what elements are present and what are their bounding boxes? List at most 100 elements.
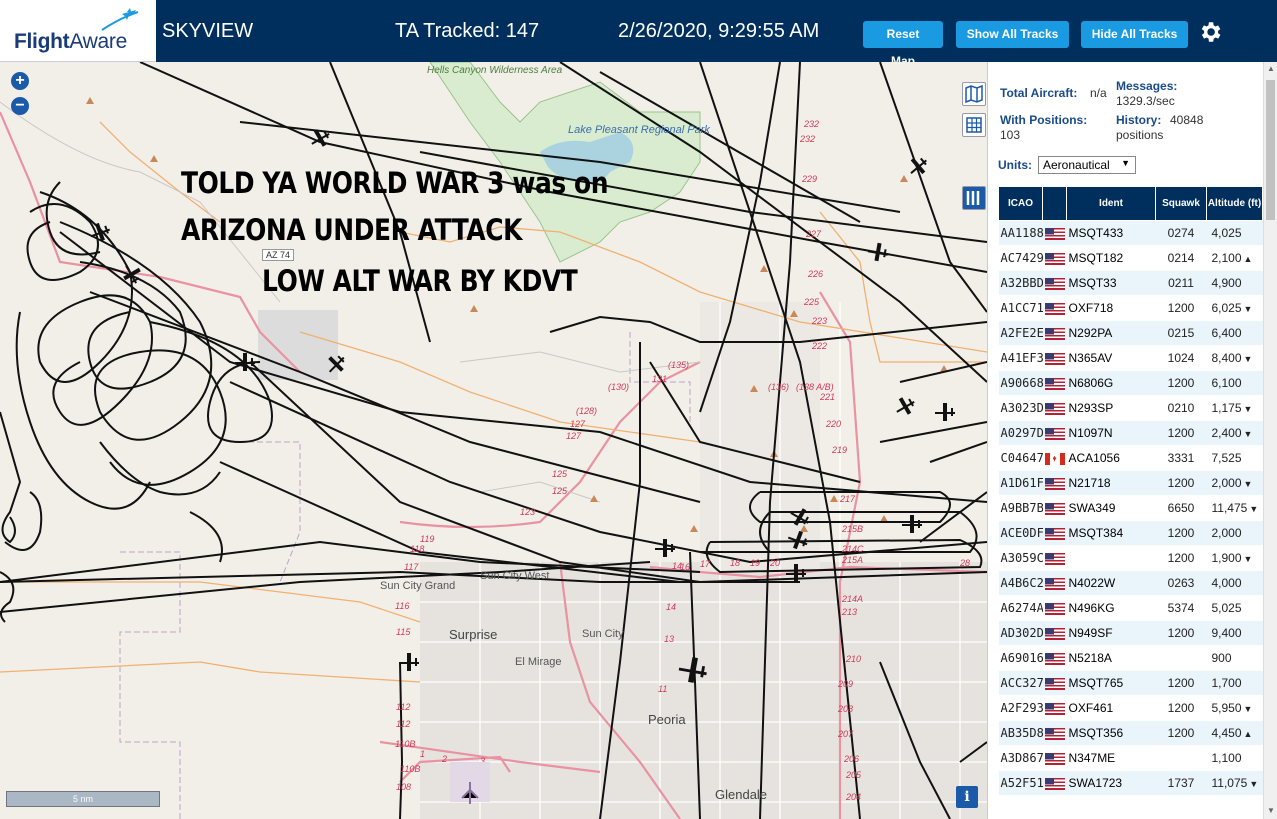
reset-map-button[interactable]: Reset Map	[863, 21, 943, 68]
overlay-text-line-3: LOW ALT WAR BY KDVT	[262, 264, 578, 298]
row-icao: A3D867	[998, 745, 1043, 771]
col-icao[interactable]: ICAO	[998, 186, 1043, 221]
row-squawk: 0263	[1155, 570, 1207, 596]
row-squawk: 1024	[1155, 345, 1207, 371]
columns-icon[interactable]	[962, 186, 986, 210]
row-ident: N496KG	[1066, 595, 1156, 621]
row-altitude: 900	[1206, 645, 1263, 671]
table-row[interactable]: AB35D8 MSQT356 1200 4,450 ▲	[998, 720, 1263, 746]
table-row[interactable]: A32BBD MSQT33 0211 4,900	[998, 270, 1263, 296]
row-ident: OXF718	[1066, 295, 1156, 321]
row-altitude: 4,450 ▲	[1206, 720, 1263, 746]
table-row[interactable]: A90668 N6806G 1200 6,100	[998, 370, 1263, 396]
gear-icon[interactable]	[1197, 19, 1223, 45]
col-ident[interactable]: Ident	[1066, 186, 1156, 221]
altitude-trend-icon: ▼	[1243, 354, 1253, 364]
hide-all-tracks-button[interactable]: Hide All Tracks	[1081, 21, 1188, 48]
row-ident: MSQT182	[1066, 245, 1156, 271]
row-altitude: 5,025	[1206, 595, 1263, 621]
table-row[interactable]: C04647 ACA1056 3331 7,525	[998, 445, 1263, 471]
messages-label: Messages:	[1116, 79, 1178, 93]
row-squawk	[1155, 745, 1207, 771]
table-row[interactable]: A4B6C2 N4022W 0263 4,000	[998, 570, 1263, 596]
altitude-value: 6,025	[1211, 301, 1242, 315]
row-squawk: 1200	[1155, 545, 1207, 571]
table-row[interactable]: A69016 N5218A 900	[998, 645, 1263, 671]
table-row[interactable]: A52F51 SWA1723 1737 11,075 ▼	[998, 770, 1263, 796]
row-altitude: 8,400 ▼	[1206, 345, 1263, 371]
table-row[interactable]: A2F293 OXF461 1200 5,950 ▼	[998, 695, 1263, 721]
scroll-thumb[interactable]	[1266, 80, 1275, 220]
place-sun-city-west: Sun City West	[480, 570, 550, 582]
row-icao: A0297D	[998, 420, 1043, 446]
table-row[interactable]: AC7429 MSQT182 0214 2,100 ▲	[998, 245, 1263, 271]
row-icao: A41EF3	[998, 345, 1043, 371]
us-flag-icon	[1044, 352, 1065, 365]
svg-text:125: 125	[552, 486, 568, 496]
table-row[interactable]: A2FE2E N292PA 0215 6,400	[998, 320, 1263, 346]
flightaware-logo[interactable]: FlightAware	[0, 0, 156, 62]
map-canvas[interactable]: 232 232 229 227 226 225 223 222 221 220 219 217 …	[0, 62, 987, 819]
info-icon[interactable]: i	[956, 786, 978, 808]
svg-text:127: 127	[570, 419, 586, 429]
table-row[interactable]: A3023D N293SP 0210 1,175 ▼	[998, 395, 1263, 421]
altitude-trend-icon: ▲	[1243, 254, 1253, 264]
col-squawk[interactable]: Squawk	[1155, 186, 1207, 221]
table-row[interactable]: AD302D N949SF 1200 9,400	[998, 620, 1263, 646]
zoom-in-icon[interactable]: +	[11, 72, 29, 90]
row-altitude: 4,900	[1206, 270, 1263, 296]
table-row[interactable]: A3059C 1200 1,900 ▼	[998, 545, 1263, 571]
svg-text:(128): (128)	[576, 406, 597, 416]
col-altitude[interactable]: Altitude (ft)	[1206, 186, 1263, 221]
scroll-up-icon[interactable]: ▲	[1266, 64, 1276, 74]
row-icao: A69016	[998, 645, 1043, 671]
row-icao: C04647	[998, 445, 1043, 471]
altitude-value: 1,700	[1211, 676, 1242, 690]
row-ident: N21718	[1066, 470, 1156, 496]
table-row[interactable]: A0297D N1097N 1200 2,400 ▼	[998, 420, 1263, 446]
map-layers-icon[interactable]	[962, 82, 986, 106]
table-row[interactable]: AA1188 MSQT433 0274 4,025	[998, 220, 1263, 246]
place-lake-pleasant: Lake Pleasant Regional Park	[568, 124, 710, 136]
row-flag	[1042, 645, 1067, 671]
row-ident: N365AV	[1066, 345, 1156, 371]
svg-text:225: 225	[803, 297, 820, 307]
urban-area	[420, 562, 987, 819]
table-row[interactable]: ACE0DF MSQT384 1200 2,000	[998, 520, 1263, 546]
svg-text:214C: 214C	[841, 544, 864, 554]
panel-scrollbar[interactable]: ▲ ▼	[1263, 62, 1277, 819]
row-flag	[1042, 745, 1067, 771]
table-row[interactable]: A6274A N496KG 5374 5,025	[998, 595, 1263, 621]
svg-text:214A: 214A	[841, 594, 863, 604]
svg-text:131: 131	[652, 374, 667, 384]
row-altitude: 2,000 ▼	[1206, 470, 1263, 496]
scroll-down-icon[interactable]: ▼	[1266, 806, 1276, 816]
us-flag-icon	[1044, 777, 1065, 790]
svg-text:17: 17	[700, 559, 711, 569]
row-altitude: 1,900 ▼	[1206, 545, 1263, 571]
clock: 2/26/2020, 9:29:55 AM	[618, 20, 820, 42]
row-flag	[1042, 695, 1067, 721]
grid-icon[interactable]	[962, 113, 986, 137]
row-icao: AA1188	[998, 220, 1043, 246]
col-flag[interactable]	[1042, 186, 1067, 221]
altitude-trend-icon: ▼	[1243, 479, 1253, 489]
row-icao: A52F51	[998, 770, 1043, 796]
table-row[interactable]: ACC327 MSQT765 1200 1,700	[998, 670, 1263, 696]
zoom-out-icon[interactable]: −	[11, 97, 29, 115]
table-row[interactable]: A1D61F N21718 1200 2,000 ▼	[998, 470, 1263, 496]
airport-marker	[450, 762, 490, 804]
units-select[interactable]: Aeronautical ▼	[1038, 156, 1136, 174]
table-row[interactable]: A41EF3 N365AV 1024 8,400 ▼	[998, 345, 1263, 371]
svg-text:110B: 110B	[395, 739, 415, 749]
table-row[interactable]: A9BB7B SWA349 6650 11,475 ▼	[998, 495, 1263, 521]
row-ident: N347ME	[1066, 745, 1156, 771]
units-selected-value: Aeronautical	[1043, 158, 1110, 172]
row-squawk: 1200	[1155, 470, 1207, 496]
row-altitude: 6,025 ▼	[1206, 295, 1263, 321]
show-all-tracks-button[interactable]: Show All Tracks	[956, 21, 1069, 48]
row-flag	[1042, 370, 1067, 396]
svg-text:232: 232	[799, 134, 815, 144]
table-row[interactable]: A1CC71 OXF718 1200 6,025 ▼	[998, 295, 1263, 321]
table-row[interactable]: A3D867 N347ME 1,100	[998, 745, 1263, 771]
